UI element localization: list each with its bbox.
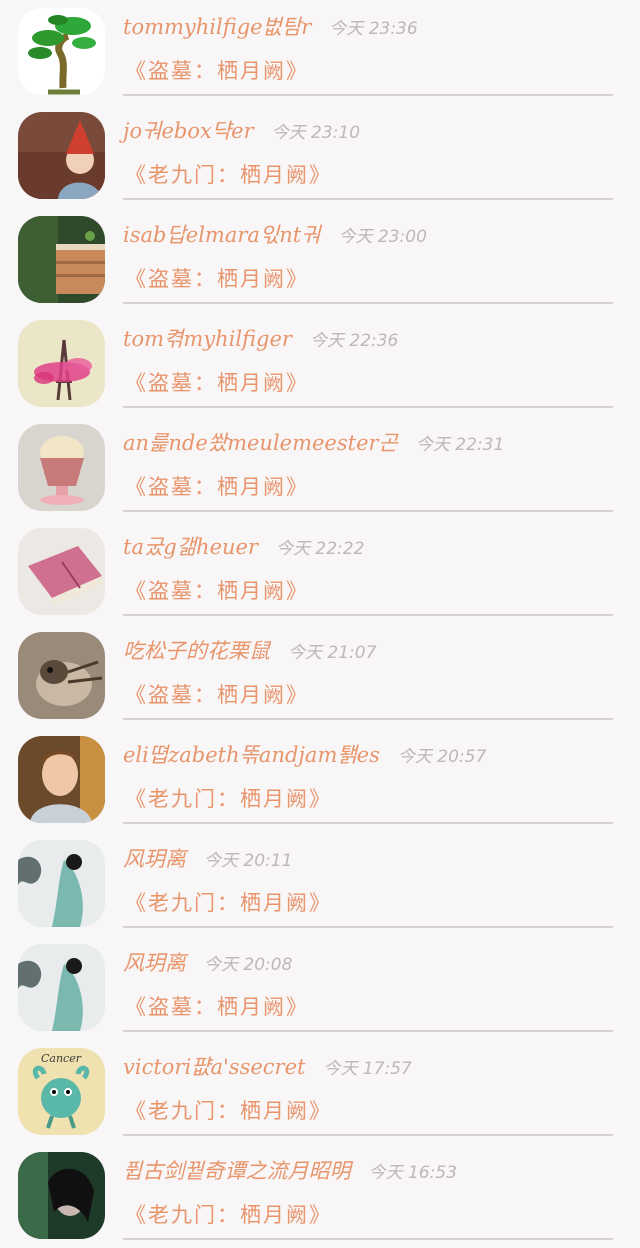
conversation-row[interactable]: jo궈ebox댝er 今天 23:10 《老九门：栖月阙》 — [0, 104, 640, 208]
cupcake-avatar[interactable] — [18, 424, 105, 511]
child-red-hat-avatar[interactable] — [18, 112, 105, 199]
contact-name: an릁nde쐈meulemeester곤 今天 22:31 — [123, 431, 505, 455]
conversation-row[interactable]: 风玥离 今天 20:11 《老九门：栖月阙》 — [0, 832, 640, 936]
contact-name: 风玥离 今天 20:08 — [123, 951, 293, 975]
contact-name: ta궀g갦heuer 今天 22:22 — [123, 535, 365, 559]
conversation-content: 风玥离 今天 20:08 《盗墓：栖月阙》 — [123, 936, 613, 1032]
pink-book-avatar[interactable] — [18, 528, 105, 615]
contact-name: 吃松子的花栗鼠 今天 21:07 — [123, 639, 377, 663]
cancer-zodiac-avatar[interactable]: Cancer — [18, 1048, 105, 1135]
conversation-row[interactable]: 吃松子的花栗鼠 今天 21:07 《盗墓：栖月阙》 — [0, 624, 640, 728]
ink-painting-lady-avatar[interactable] — [18, 840, 105, 927]
contact-name: tommyhilfige벖탐r 今天 23:36 — [123, 15, 418, 39]
timestamp: 今天 20:57 — [397, 747, 487, 767]
timestamp: 今天 23:10 — [271, 123, 361, 143]
ink-painting-lady-avatar[interactable] — [18, 944, 105, 1031]
conversation-row[interactable]: eli뗩zabeth똒andjam퇡es 今天 20:57 《老九门：栖月阙》 — [0, 728, 640, 832]
message-preview: 《盗墓：栖月阙》 — [125, 995, 309, 1019]
conversation-list: tommyhilfige벖탐r 今天 23:36 《盗墓：栖月阙》 jo궈ebox… — [0, 0, 640, 1240]
timestamp: 今天 20:08 — [204, 955, 293, 975]
conversation-content: ta궀g갦heuer 今天 22:22 《盗墓：栖月阙》 — [123, 520, 613, 616]
message-preview: 《老九门：栖月阙》 — [125, 787, 332, 811]
conversation-row[interactable]: ta궀g갦heuer 今天 22:22 《盗墓：栖月阙》 — [0, 520, 640, 624]
wooden-house-avatar[interactable] — [18, 216, 105, 303]
conversation-row[interactable]: Cancer victori퍖a'ssecret 今天 17:57 《老九门：栖月… — [0, 1040, 640, 1144]
message-preview: 《盗墓：栖月阙》 — [125, 371, 309, 395]
cancer-label: Cancer — [41, 1052, 82, 1065]
contact-name: eli뗩zabeth똒andjam퇡es 今天 20:57 — [123, 743, 487, 767]
bonsai-tree-avatar[interactable] — [18, 8, 105, 95]
message-preview: 《盗墓：栖月阙》 — [125, 683, 309, 707]
conversation-content: an릁nde쐈meulemeester곤 今天 22:31 《盗墓：栖月阙》 — [123, 416, 613, 512]
message-preview: 《老九门：栖月阙》 — [125, 891, 332, 915]
conversation-content: jo궈ebox댝er 今天 23:10 《老九门：栖月阙》 — [123, 104, 613, 200]
timestamp: 今天 20:11 — [204, 851, 293, 871]
timestamp: 今天 21:07 — [288, 643, 377, 663]
timestamp: 今天 17:57 — [323, 1059, 412, 1079]
conversation-content: eli뗩zabeth똒andjam퇡es 今天 20:57 《老九门：栖月阙》 — [123, 728, 613, 824]
boy-portrait-avatar[interactable] — [18, 736, 105, 823]
conversation-content: isab답elmara읷nt궈 今天 23:00 《盗墓：栖月阙》 — [123, 208, 613, 304]
conversation-row[interactable]: 风玥离 今天 20:08 《盗墓：栖月阙》 — [0, 936, 640, 1040]
timestamp: 今天 23:36 — [329, 19, 418, 39]
contact-name: isab답elmara읷nt궈 今天 23:00 — [123, 223, 427, 247]
conversation-row[interactable]: 퓝古剑꿭奇谭之流月昭明 今天 16:53 《老九门：栖月阙》 — [0, 1144, 640, 1248]
contact-name: 퓝古剑꿭奇谭之流月昭明 今天 16:53 — [123, 1159, 458, 1183]
timestamp: 今天 22:36 — [309, 331, 399, 351]
message-preview: 《盗墓：栖月阙》 — [125, 59, 309, 83]
conversation-content: 퓝古剑꿭奇谭之流月昭明 今天 16:53 《老九门：栖月阙》 — [123, 1144, 613, 1240]
timestamp: 今天 22:31 — [415, 435, 505, 455]
message-preview: 《盗墓：栖月阙》 — [125, 475, 309, 499]
message-preview: 《老九门：栖月阙》 — [125, 1203, 332, 1227]
conversation-row[interactable]: tommyhilfige벖탐r 今天 23:36 《盗墓：栖月阙》 — [0, 0, 640, 104]
conversation-content: victori퍖a'ssecret 今天 17:57 《老九门：栖月阙》 — [123, 1040, 613, 1136]
dark-portrait-avatar[interactable] — [18, 1152, 105, 1239]
contact-name: victori퍖a'ssecret 今天 17:57 — [123, 1055, 412, 1079]
message-preview: 《盗墓：栖月阙》 — [125, 579, 309, 603]
message-preview: 《老九门：栖月阙》 — [125, 1099, 332, 1123]
eiffel-tower-avatar[interactable] — [18, 320, 105, 407]
timestamp: 今天 23:00 — [338, 227, 427, 247]
conversation-content: 吃松子的花栗鼠 今天 21:07 《盗墓：栖月阙》 — [123, 624, 613, 720]
message-preview: 《盗墓：栖月阙》 — [125, 267, 309, 291]
conversation-row[interactable]: an릁nde쐈meulemeester곤 今天 22:31 《盗墓：栖月阙》 — [0, 416, 640, 520]
message-preview: 《老九门：栖月阙》 — [125, 163, 332, 187]
timestamp: 今天 22:22 — [276, 539, 365, 559]
timestamp: 今天 16:53 — [368, 1163, 458, 1183]
contact-name: 风玥离 今天 20:11 — [123, 847, 293, 871]
conversation-content: tommyhilfige벖탐r 今天 23:36 《盗墓：栖月阙》 — [123, 0, 613, 96]
conversation-content: tom켞myhilfiger 今天 22:36 《盗墓：栖月阙》 — [123, 312, 613, 408]
conversation-row[interactable]: tom켞myhilfiger 今天 22:36 《盗墓：栖月阙》 — [0, 312, 640, 416]
conversation-content: 风玥离 今天 20:11 《老九门：栖月阙》 — [123, 832, 613, 928]
chipmunk-avatar[interactable] — [18, 632, 105, 719]
contact-name: tom켞myhilfiger 今天 22:36 — [123, 327, 399, 351]
conversation-row[interactable]: isab답elmara읷nt궈 今天 23:00 《盗墓：栖月阙》 — [0, 208, 640, 312]
contact-name: jo궈ebox댝er 今天 23:10 — [123, 119, 361, 143]
